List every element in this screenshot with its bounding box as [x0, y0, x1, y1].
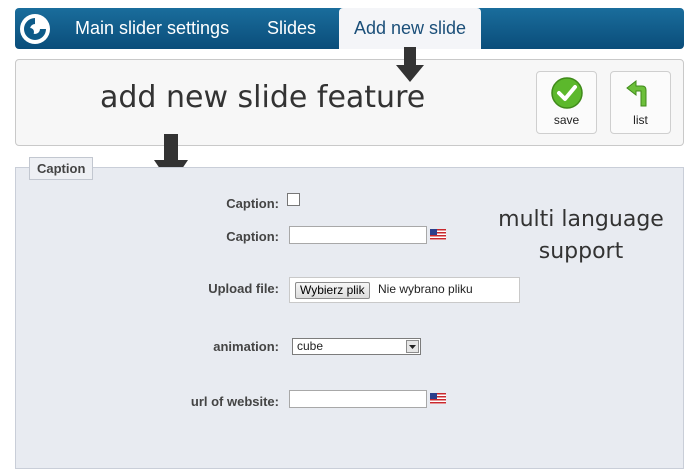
choose-file-button[interactable]: Wybierz plik: [295, 282, 370, 299]
caption-text-label: Caption:: [226, 229, 279, 244]
nav-tab-slides[interactable]: Slides: [267, 8, 316, 49]
save-label: save: [553, 113, 580, 127]
animation-select[interactable]: cube: [292, 338, 421, 355]
down-arrow-annotation: [396, 47, 424, 82]
us-flag-icon[interactable]: [430, 229, 446, 240]
caption-checkbox-label: Caption:: [226, 196, 279, 211]
list-button[interactable]: list: [610, 71, 671, 134]
upload-file-label: Upload file:: [208, 281, 279, 296]
chevron-down-icon[interactable]: [406, 340, 419, 353]
nav-tab-main-slider-settings[interactable]: Main slider settings: [75, 8, 229, 49]
nav-tab-add-new-slide[interactable]: Add new slide: [339, 8, 482, 49]
multi-language-annotation: multi language support: [496, 204, 666, 268]
animation-selected-value: cube: [297, 339, 324, 353]
fieldset-legend: Caption: [29, 157, 94, 180]
list-return-arrow-icon: [625, 79, 646, 107]
save-check-icon: [550, 77, 583, 109]
us-flag-icon[interactable]: [430, 393, 446, 404]
save-button[interactable]: save: [536, 71, 597, 134]
url-input[interactable]: [289, 390, 427, 408]
caption-input[interactable]: [289, 226, 427, 244]
logo-icon[interactable]: [18, 12, 52, 46]
url-label: url of website:: [190, 394, 279, 409]
list-label: list: [633, 113, 648, 127]
annotation-line: multi language: [498, 207, 664, 232]
annotation-line: support: [538, 239, 624, 264]
file-status-text: Nie wybrano pliku: [378, 282, 473, 296]
feature-annotation: add new slide feature: [100, 80, 426, 115]
animation-label: animation:: [213, 339, 279, 354]
caption-checkbox[interactable]: [287, 193, 300, 206]
